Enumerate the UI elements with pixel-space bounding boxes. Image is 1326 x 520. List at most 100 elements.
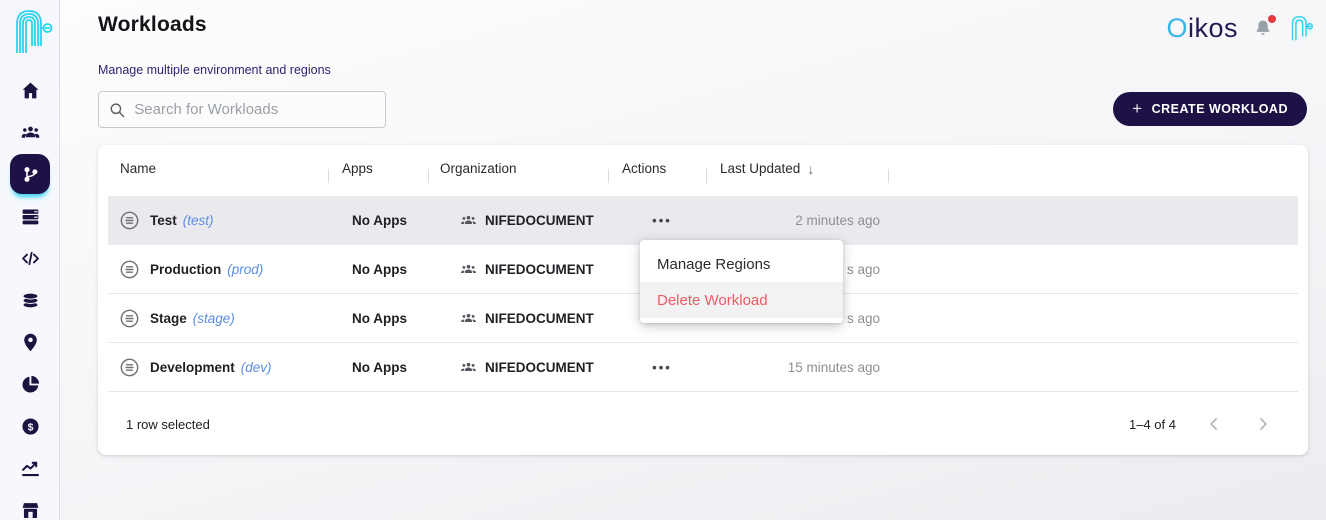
- sidebar-item-analytics[interactable]: [10, 364, 50, 404]
- code-icon: [21, 251, 39, 265]
- sidebar-item-marketplace[interactable]: [10, 490, 50, 520]
- chevron-right-icon: [1260, 418, 1267, 430]
- sidebar-item-teams[interactable]: [10, 112, 50, 152]
- last-updated-cell: 15 minutes ago: [787, 360, 880, 375]
- sidebar-item-locations[interactable]: [10, 322, 50, 362]
- workload-name-cell[interactable]: Stage (stage): [150, 294, 235, 343]
- workload-icon: [120, 245, 139, 294]
- table-row[interactable]: Test (test) No Apps NIFEDOCUMENT ••• 2 m…: [108, 196, 1298, 245]
- menu-item-delete-workload[interactable]: Delete Workload: [640, 282, 843, 318]
- column-divider: [888, 169, 889, 183]
- workload-name-cell[interactable]: Development (dev): [150, 343, 272, 392]
- workload-name-cell[interactable]: Test (test): [150, 196, 214, 245]
- top-bar-right: Oikos: [1166, 8, 1314, 48]
- column-header-name[interactable]: Name: [120, 145, 156, 192]
- table-header: Name Apps Organization Actions Last Upda…: [98, 145, 1308, 192]
- workload-name-cell[interactable]: Production (prod): [150, 245, 263, 294]
- sidebar-item-workloads[interactable]: [10, 154, 50, 194]
- workload-name: Stage: [150, 311, 187, 326]
- workload-icon: [120, 294, 139, 343]
- column-header-apps[interactable]: Apps: [342, 145, 373, 192]
- apps-cell: No Apps: [352, 360, 407, 375]
- home-icon: [22, 82, 38, 98]
- nife-mini-logo: [1291, 15, 1314, 41]
- billing-dollar-icon: $: [21, 417, 39, 435]
- pie-chart-icon: [21, 375, 39, 392]
- sidebar-item-servers[interactable]: [10, 196, 50, 236]
- sidebar-item-monitoring[interactable]: [10, 448, 50, 488]
- sidebar: $: [0, 0, 60, 520]
- organization-people-icon: [461, 362, 476, 372]
- table-footer: 1 row selected 1–4 of 4: [108, 393, 1298, 455]
- pagination-range: 1–4 of 4: [1129, 416, 1176, 432]
- servers-icon: [22, 209, 38, 224]
- apps-cell: No Apps: [352, 213, 407, 228]
- sidebar-nav: $: [10, 70, 50, 520]
- organization-name: NIFEDOCUMENT: [485, 213, 594, 228]
- row-actions-menu: Manage Regions Delete Workload: [640, 240, 843, 323]
- organization-name: NIFEDOCUMENT: [485, 311, 594, 326]
- chevron-left-icon: [1210, 418, 1217, 430]
- organization-name: NIFEDOCUMENT: [485, 360, 594, 375]
- marketplace-icon: [22, 502, 38, 518]
- workload-env-tag: (stage): [192, 311, 235, 326]
- workloads-page: $ Workloads Manage multiple environment …: [0, 0, 1326, 520]
- database-icon: [22, 292, 38, 308]
- workload-icon: [120, 343, 139, 392]
- workload-env-tag: (dev): [240, 360, 272, 375]
- location-icon: [23, 333, 37, 351]
- row-actions-button[interactable]: •••: [622, 343, 702, 392]
- organization-people-icon: [461, 215, 476, 225]
- workload-name: Production: [150, 262, 222, 277]
- pagination: 1–4 of 4: [1129, 413, 1298, 435]
- sidebar-item-code[interactable]: [10, 238, 50, 278]
- plus-icon: +: [1132, 99, 1143, 118]
- page-subtitle: Manage multiple environment and regions: [98, 63, 331, 77]
- organization-cell: NIFEDOCUMENT: [460, 196, 594, 245]
- last-updated-cell: 2 minutes ago: [795, 213, 880, 228]
- previous-page-button[interactable]: [1203, 413, 1225, 435]
- workload-name: Test: [150, 213, 177, 228]
- organization-people-icon: [461, 313, 476, 323]
- organization-cell: NIFEDOCUMENT: [460, 294, 594, 343]
- workloads-git-branch-icon: [23, 166, 37, 182]
- brand-wordmark: Oikos: [1166, 12, 1238, 43]
- column-divider: [428, 169, 429, 183]
- notifications-button[interactable]: [1253, 15, 1276, 39]
- teams-icon: [21, 126, 39, 138]
- page-title: Workloads: [98, 13, 207, 36]
- workload-env-tag: (prod): [227, 262, 264, 277]
- search-icon: [110, 102, 125, 117]
- workload-icon: [120, 196, 139, 245]
- apps-cell: No Apps: [352, 262, 407, 277]
- organization-cell: NIFEDOCUMENT: [460, 343, 594, 392]
- notification-badge-dot: [1268, 15, 1276, 23]
- organization-name: NIFEDOCUMENT: [485, 262, 594, 277]
- menu-item-manage-regions[interactable]: Manage Regions: [640, 246, 843, 282]
- column-header-organization[interactable]: Organization: [440, 145, 517, 192]
- sidebar-item-database[interactable]: [10, 280, 50, 320]
- sidebar-item-home[interactable]: [10, 70, 50, 110]
- apps-cell: No Apps: [352, 311, 407, 326]
- workload-name: Development: [150, 360, 235, 375]
- table-row[interactable]: Development (dev) No Apps NIFEDOCUMENT •…: [108, 343, 1298, 392]
- workloads-search: [98, 91, 386, 128]
- create-workload-label: CREATE WORKLOAD: [1151, 102, 1288, 116]
- organization-people-icon: [461, 264, 476, 274]
- column-header-actions[interactable]: Actions: [622, 145, 666, 192]
- svg-text:$: $: [27, 421, 33, 433]
- column-divider: [328, 169, 329, 183]
- sidebar-item-billing[interactable]: $: [10, 406, 50, 446]
- sort-desc-arrow-icon[interactable]: ↓: [807, 161, 814, 177]
- search-input[interactable]: [134, 101, 375, 118]
- organization-cell: NIFEDOCUMENT: [460, 245, 594, 294]
- create-workload-button[interactable]: + CREATE WORKLOAD: [1113, 92, 1307, 126]
- main-content: Workloads Manage multiple environment an…: [60, 0, 1326, 520]
- line-chart-icon: [21, 461, 39, 476]
- nife-logo: [16, 10, 53, 53]
- row-actions-button[interactable]: •••: [622, 196, 702, 245]
- column-divider: [608, 169, 609, 183]
- workload-env-tag: (test): [182, 213, 214, 228]
- column-header-last-updated[interactable]: Last Updated ↓: [720, 145, 814, 192]
- next-page-button[interactable]: [1252, 413, 1274, 435]
